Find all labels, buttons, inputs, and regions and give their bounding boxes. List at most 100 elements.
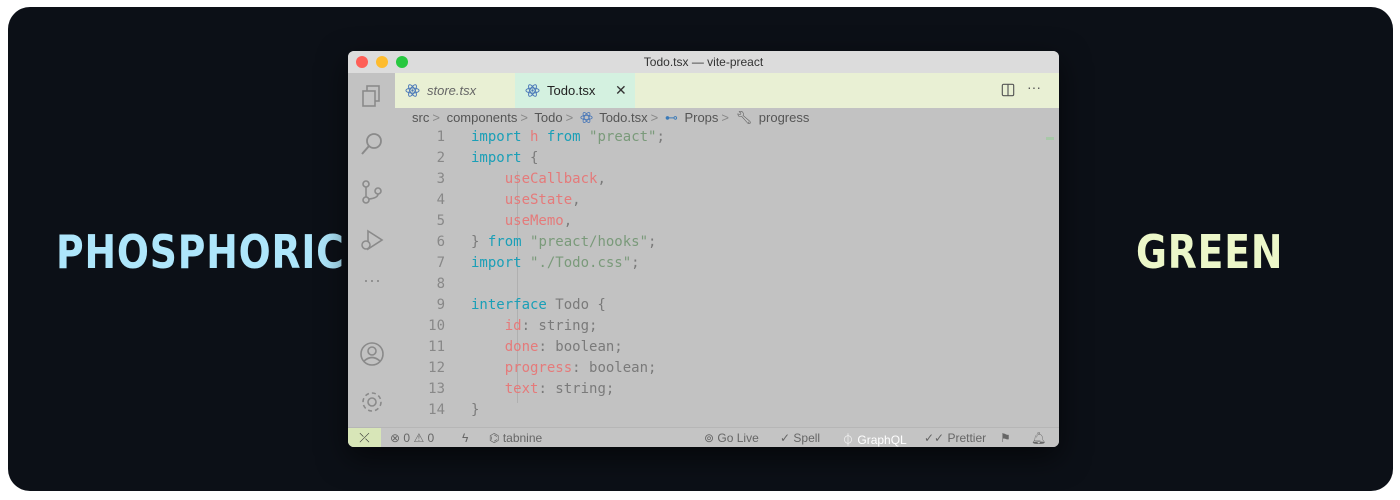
graphql-button[interactable]: ⏀ GraphQL bbox=[842, 431, 907, 447]
line-number: 13 bbox=[428, 381, 445, 397]
code-line[interactable]: 14} bbox=[395, 402, 1059, 423]
more-actions-icon[interactable]: ··· bbox=[1027, 79, 1043, 95]
breadcrumb-separator: > bbox=[520, 110, 528, 125]
prettier-label: Prettier bbox=[947, 431, 987, 445]
property-wrench-icon: 🔧︎ bbox=[735, 110, 753, 125]
code-line[interactable]: 2 import { bbox=[395, 150, 1059, 171]
theme-name-left: PHOSPHORIC bbox=[56, 225, 345, 279]
plug-icon: ⏀ bbox=[842, 433, 855, 447]
code-text: useMemo, bbox=[471, 213, 572, 229]
code-line[interactable]: 7 import "./Todo.css"; bbox=[395, 255, 1059, 276]
code-token: } bbox=[471, 402, 480, 418]
breadcrumb-item[interactable]: components bbox=[447, 110, 518, 125]
breadcrumb: src > components > Todo > Todo.tsx > ⊷ Props… bbox=[412, 110, 812, 128]
close-tab-icon[interactable]: ✕ bbox=[615, 82, 627, 99]
warning-icon: ⚠ bbox=[413, 431, 425, 445]
line-number: 14 bbox=[428, 402, 445, 418]
code-token: Todo { bbox=[546, 297, 606, 313]
code-token: , bbox=[572, 192, 581, 208]
spell-check-button[interactable]: ✓ Spell bbox=[780, 431, 820, 445]
double-check-icon: ✓✓ bbox=[924, 431, 945, 445]
tab-bar: store.tsx Todo.tsx ✕ ··· bbox=[395, 73, 1059, 108]
code-token: , bbox=[563, 213, 573, 229]
run-debug-icon[interactable] bbox=[359, 227, 385, 253]
code-token: useState bbox=[504, 192, 573, 208]
code-line[interactable]: 11 done: boolean; bbox=[395, 339, 1059, 360]
react-icon bbox=[405, 83, 420, 98]
code-text: text: string; bbox=[471, 381, 615, 397]
code-text: import h from "preact"; bbox=[471, 129, 665, 145]
more-icon[interactable]: ··· bbox=[359, 271, 385, 299]
tab-store-tsx[interactable]: store.tsx bbox=[395, 73, 515, 108]
graphql-label: GraphQL bbox=[857, 433, 907, 447]
tabnine-icon: ⌬ bbox=[489, 431, 500, 445]
code-line[interactable]: 12 progress: boolean; bbox=[395, 360, 1059, 381]
search-icon[interactable] bbox=[359, 131, 385, 157]
breadcrumb-item[interactable]: src bbox=[412, 110, 429, 125]
broadcast-icon: ⊚ bbox=[704, 431, 715, 445]
line-number: 1 bbox=[436, 129, 445, 145]
code-token: ; bbox=[648, 234, 657, 250]
tab-todo-tsx[interactable]: Todo.tsx ✕ bbox=[515, 73, 635, 108]
line-number: 2 bbox=[436, 150, 445, 166]
react-icon bbox=[525, 83, 540, 98]
spell-label: Spell bbox=[793, 431, 821, 445]
code-token: done bbox=[504, 339, 539, 355]
code-token: : string; bbox=[521, 318, 598, 334]
line-number: 6 bbox=[436, 234, 445, 250]
check-icon: ✓ bbox=[780, 431, 791, 445]
warning-count: 0 bbox=[427, 431, 435, 445]
code-text: useCallback, bbox=[471, 171, 606, 187]
line-number: 10 bbox=[428, 318, 445, 334]
title-bar: Todo.tsx — vite-preact bbox=[348, 51, 1059, 74]
split-editor-icon[interactable] bbox=[1001, 83, 1017, 99]
code-line[interactable]: 3 useCallback, bbox=[395, 171, 1059, 192]
status-bar: ⤫ ⊗ 0 ⚠ 0 ϟ ⌬ tabnine ⊚ Go Live ✓ Spell … bbox=[348, 427, 1059, 447]
feedback-icon[interactable]: ⚑ bbox=[1000, 431, 1011, 445]
breadcrumb-item[interactable]: Props bbox=[684, 110, 718, 125]
code-text: useState, bbox=[471, 192, 581, 208]
code-token: from bbox=[546, 129, 581, 145]
remote-icon[interactable]: ⤫ bbox=[348, 428, 381, 447]
breadcrumb-separator: > bbox=[721, 110, 730, 125]
code-line[interactable]: 10 id: string; bbox=[395, 318, 1059, 339]
go-live-button[interactable]: ⊚ Go Live bbox=[704, 431, 759, 445]
tabnine-status[interactable]: ⌬ tabnine bbox=[489, 431, 542, 445]
code-text: progress: boolean; bbox=[471, 360, 657, 376]
breadcrumb-item[interactable]: Todo bbox=[534, 110, 562, 125]
code-line[interactable]: 4 useState, bbox=[395, 192, 1059, 213]
code-editor[interactable]: 1 import h from "preact"; 2 import { 3 useCa… bbox=[395, 129, 1059, 427]
tabnine-label: tabnine bbox=[502, 431, 543, 445]
code-line[interactable]: 1 import h from "preact"; bbox=[395, 129, 1059, 150]
source-control-icon[interactable] bbox=[359, 179, 385, 205]
line-number: 7 bbox=[436, 255, 445, 271]
code-text: import { bbox=[471, 150, 538, 166]
account-icon[interactable] bbox=[359, 341, 385, 367]
code-line[interactable]: 6} from "preact/hooks"; bbox=[395, 234, 1059, 255]
lightning-icon[interactable]: ϟ bbox=[462, 431, 468, 445]
code-token: "./Todo.css" bbox=[530, 255, 632, 271]
breadcrumb-item[interactable]: progress bbox=[759, 110, 810, 125]
code-token: : string; bbox=[538, 381, 615, 397]
editor-window: Todo.tsx — vite-preact ··· store.tsx Tod… bbox=[348, 51, 1059, 447]
prettier-button[interactable]: ✓✓ Prettier bbox=[924, 431, 986, 445]
error-count: 0 bbox=[403, 431, 411, 445]
code-line[interactable]: 5 useMemo, bbox=[395, 213, 1059, 234]
line-number: 9 bbox=[436, 297, 445, 313]
code-line[interactable]: 8 bbox=[395, 276, 1059, 297]
breadcrumb-item[interactable]: Todo.tsx bbox=[599, 110, 647, 125]
problems-indicator[interactable]: ⊗ 0 ⚠ 0 bbox=[390, 431, 434, 445]
files-icon[interactable] bbox=[359, 83, 385, 109]
notifications-bell-icon[interactable]: 🔔︎ bbox=[1031, 431, 1046, 445]
code-token: id bbox=[504, 318, 522, 334]
code-line[interactable]: 9 interface Todo { bbox=[395, 297, 1059, 318]
settings-gear-icon[interactable] bbox=[359, 389, 385, 415]
code-line[interactable]: 13 text: string; bbox=[395, 381, 1059, 402]
code-token: } bbox=[471, 234, 488, 250]
